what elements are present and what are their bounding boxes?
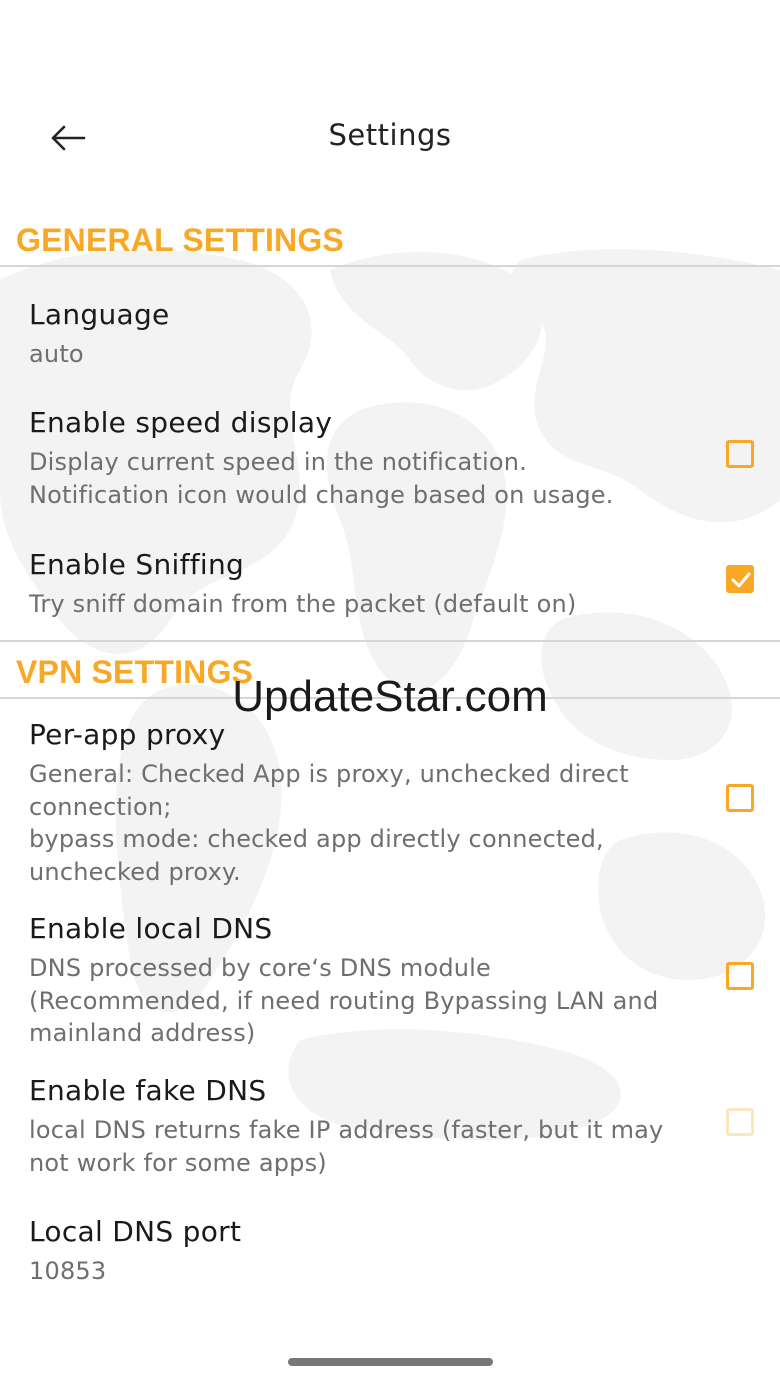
pref-title: Enable Sniffing — [29, 548, 245, 581]
pref-local-dns[interactable]: Enable local DNS DNS processed by core‘s… — [0, 912, 780, 1052]
pref-summary: General: Checked App is proxy, unchecked… — [29, 760, 629, 886]
pref-language[interactable]: Language auto — [0, 298, 780, 378]
pref-summary: 10853 — [29, 1257, 107, 1285]
speed-display-checkbox[interactable] — [726, 440, 754, 468]
pref-title: Enable fake DNS — [29, 1074, 267, 1107]
watermark: UpdateStar.com — [232, 672, 548, 721]
section-header-general: GENERAL SETTINGS — [16, 222, 344, 258]
pref-summary: Display current speed in the notificatio… — [29, 448, 614, 509]
pref-title: Language — [29, 298, 170, 331]
local-dns-checkbox[interactable] — [726, 962, 754, 990]
pref-per-app-proxy[interactable]: Per-app proxy General: Checked App is pr… — [0, 718, 780, 888]
fake-dns-checkbox[interactable] — [726, 1108, 754, 1136]
navigation-handle[interactable] — [288, 1358, 493, 1366]
section-divider — [0, 640, 780, 642]
page-title: Settings — [328, 118, 452, 152]
pref-summary: auto — [29, 340, 84, 368]
pref-summary: Try sniff domain from the packet (defaul… — [29, 590, 577, 618]
pref-title: Enable speed display — [29, 406, 333, 439]
per-app-proxy-checkbox[interactable] — [726, 784, 754, 812]
section-divider — [0, 265, 780, 267]
pref-sniffing[interactable]: Enable Sniffing Try sniff domain from th… — [0, 548, 780, 628]
pref-summary: DNS processed by core‘s DNS module (Reco… — [29, 954, 659, 1047]
app-bar: Settings — [0, 90, 780, 186]
pref-title: Local DNS port — [29, 1215, 242, 1248]
check-icon — [731, 572, 751, 588]
pref-speed-display[interactable]: Enable speed display Display current spe… — [0, 406, 780, 516]
pref-local-dns-port[interactable]: Local DNS port 10853 — [0, 1215, 780, 1295]
sniffing-checkbox[interactable] — [726, 565, 754, 593]
pref-title: Per-app proxy — [29, 718, 226, 751]
pref-title: Enable local DNS — [29, 912, 273, 945]
pref-summary: local DNS returns fake IP address (faste… — [29, 1116, 664, 1177]
pref-fake-dns[interactable]: Enable fake DNS local DNS returns fake I… — [0, 1074, 780, 1184]
